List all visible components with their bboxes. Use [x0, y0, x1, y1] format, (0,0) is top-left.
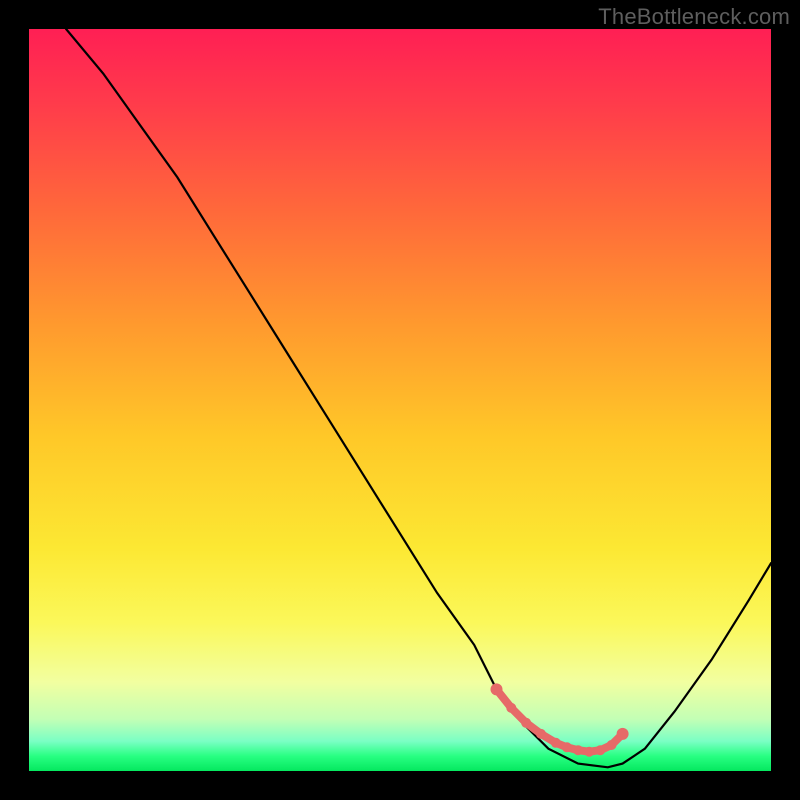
- optimal-dot: [506, 703, 516, 713]
- optimal-dot: [573, 745, 583, 755]
- bottleneck-curve: [66, 29, 771, 767]
- optimal-dot: [607, 740, 617, 750]
- optimal-dot: [491, 683, 503, 695]
- plot-area: [29, 29, 771, 771]
- optimal-dot: [521, 718, 531, 728]
- optimal-dot: [595, 745, 605, 755]
- optimal-dot: [617, 728, 629, 740]
- optimal-dot: [551, 738, 561, 748]
- chart-frame: TheBottleneck.com: [0, 0, 800, 800]
- optimal-dot: [536, 729, 546, 739]
- chart-svg: [29, 29, 771, 771]
- watermark-text: TheBottleneck.com: [598, 4, 790, 30]
- optimal-range-dots: [491, 683, 629, 756]
- optimal-dot: [584, 747, 594, 757]
- optimal-dot: [562, 742, 572, 752]
